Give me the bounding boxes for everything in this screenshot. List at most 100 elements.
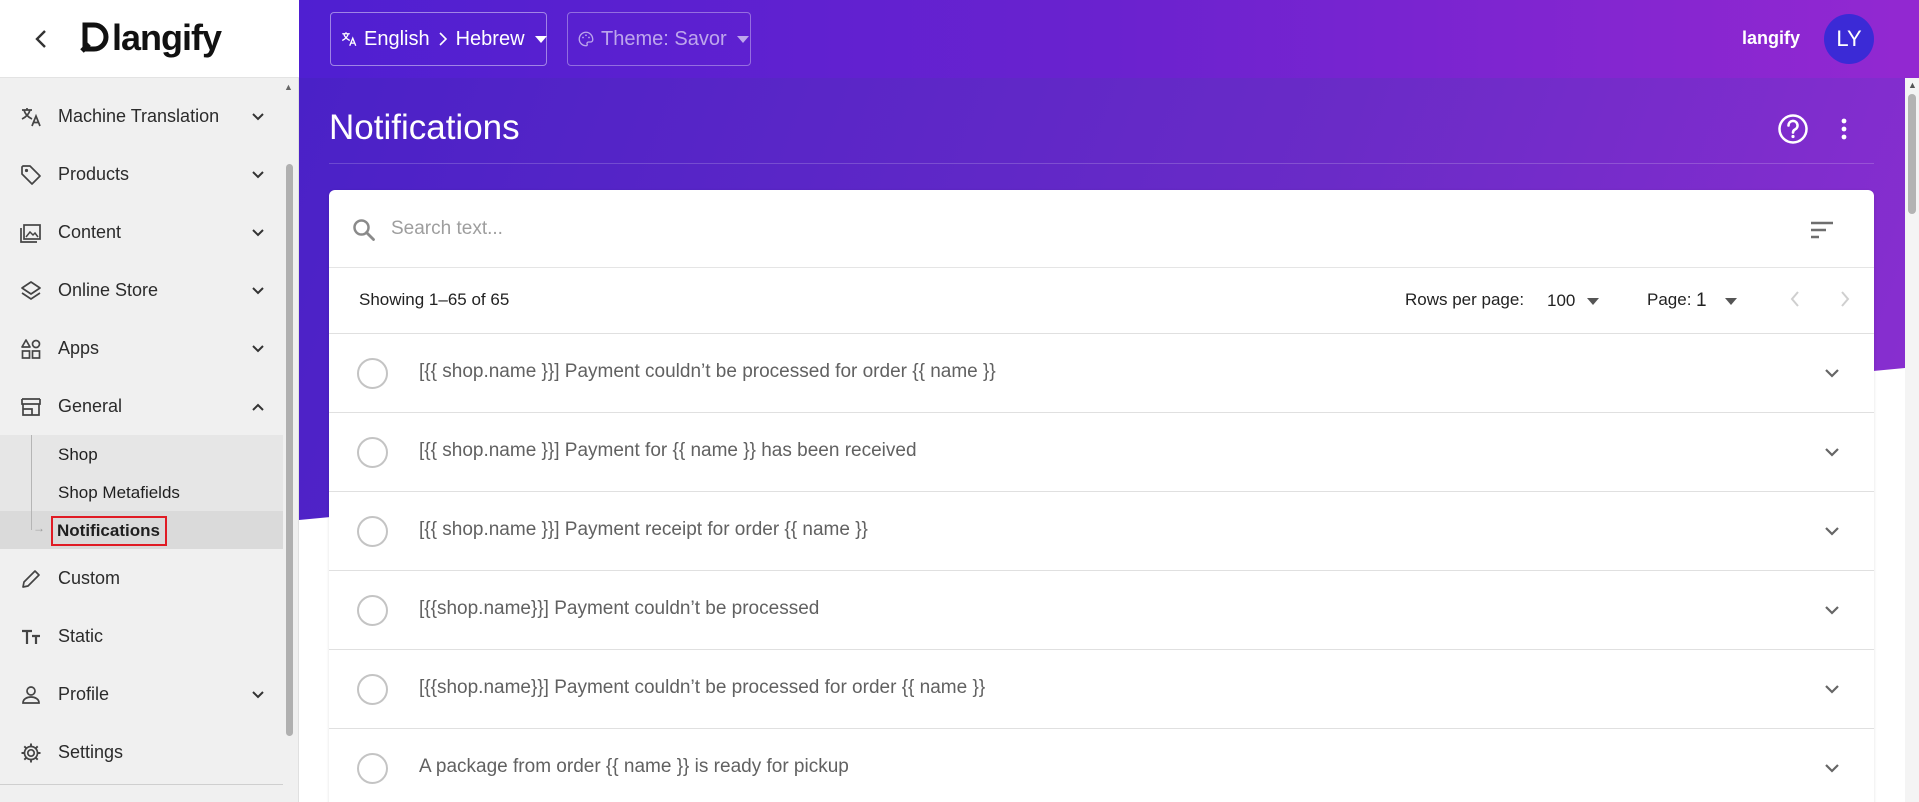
tree-arrow-icon: → [33,521,45,535]
chevron-right-icon [1841,291,1850,307]
page-value: 1 [1696,290,1707,311]
person-icon [18,682,44,708]
gear-icon [18,740,44,766]
select-radio[interactable] [357,674,388,705]
chevron-down-icon[interactable] [1821,520,1843,542]
notification-title: [{{shop.name}}] Payment couldn’t be proc… [419,598,820,619]
store-icon [18,394,44,420]
palette-icon [577,30,595,48]
chevron-down-icon[interactable] [1821,678,1843,700]
chevron-down-icon[interactable] [1821,441,1843,463]
sidebar-divider [0,784,283,785]
sidebar-item-label: General [58,395,123,416]
page-select[interactable]: 1 [1696,288,1746,314]
search-icon [351,217,377,243]
sidebar-subitem-notifications[interactable]: Notifications [51,516,167,546]
notification-title: [{{ shop.name }}] Payment receipt for or… [419,519,868,540]
sidebar-item-products[interactable]: Products [0,145,283,203]
sort-filter-button[interactable] [1809,217,1835,243]
list-item[interactable]: [{{ shop.name }}] Payment couldn’t be pr… [329,334,1874,413]
language-selector[interactable]: English Hebrew [330,12,547,66]
notification-title: A package from order {{ name }} is ready… [419,756,849,777]
sidebar-scrollbar[interactable] [286,164,293,736]
sidebar-nav: Machine Translation Products Content Onl… [0,87,283,781]
rows-per-page-select[interactable]: 100 [1547,288,1607,314]
tag-icon [18,162,44,188]
sidebar-item-settings[interactable]: Settings [0,723,283,781]
chevron-down-icon [248,685,268,705]
list-item[interactable]: [{{shop.name}}] Payment couldn’t be proc… [329,650,1874,729]
select-radio[interactable] [357,437,388,468]
rows-per-page-value: 100 [1547,291,1576,310]
rows-per-page-label: Rows per page: [1405,290,1525,309]
sidebar-item-apps[interactable]: Apps [0,319,283,377]
sidebar-item-label: Custom [58,567,121,588]
list-item[interactable]: [{{shop.name}}] Payment couldn’t be proc… [329,571,1874,650]
search-input[interactable] [391,214,1691,244]
chevron-left-icon [35,30,46,48]
theme-label: Theme: Savor [601,27,727,50]
sidebar-item-custom[interactable]: Custom [0,549,283,607]
sidebar-item-label: Profile [58,683,110,704]
chevron-left-icon [1790,291,1799,307]
select-radio[interactable] [357,595,388,626]
sidebar-item-online-store[interactable]: Online Store [0,261,283,319]
target-language: Hebrew [455,27,525,50]
translate-icon [340,30,358,48]
page-title: Notifications [329,108,520,147]
chevron-right-icon [439,32,447,46]
scroll-up-arrow-icon[interactable]: ▲ [284,82,293,92]
chevron-down-icon [248,281,268,301]
more-options-button[interactable] [1830,113,1858,145]
source-language: English [364,27,430,50]
brand-name: langify [112,17,222,58]
chevron-down-icon [248,223,268,243]
sidebar-item-label: Static [58,625,104,646]
list-item[interactable]: [{{ shop.name }}] Payment receipt for or… [329,492,1874,571]
chevron-down-icon[interactable] [1821,362,1843,384]
scroll-up-arrow-icon[interactable]: ▲ [1908,80,1917,90]
sidebar: langify Machine Translation Products Con… [0,0,299,802]
sidebar-item-static[interactable]: Static [0,607,283,665]
caret-down-icon [736,35,749,43]
search-bar [329,190,1874,268]
sidebar-subitem-shop[interactable]: Shop [58,445,98,465]
avatar[interactable]: LY [1824,14,1874,64]
chevron-down-icon[interactable] [1821,599,1843,621]
chevron-down-icon[interactable] [1821,757,1843,779]
sidebar-item-label: Online Store [58,279,159,300]
select-radio[interactable] [357,753,388,784]
select-radio[interactable] [357,358,388,389]
sidebar-item-label: Apps [58,337,100,358]
notification-title: [{{ shop.name }}] Payment couldn’t be pr… [419,361,996,382]
page-scrollbar-thumb[interactable] [1908,94,1916,214]
help-circle-icon [1778,114,1808,144]
previous-page-button[interactable] [1789,290,1809,312]
caret-down-icon [1587,297,1600,305]
header-divider [329,163,1874,164]
pencil-icon [18,566,44,592]
list-item[interactable]: A package from order {{ name }} is ready… [329,729,1874,802]
sidebar-item-profile[interactable]: Profile [0,665,283,723]
sidebar-subitem-shop-metafields[interactable]: Shop Metafields [58,483,180,503]
next-page-button[interactable] [1839,290,1859,312]
sidebar-item-machine-translation[interactable]: Machine Translation [0,87,283,145]
layers-icon [18,278,44,304]
more-vertical-icon [1841,118,1847,140]
sidebar-item-label: Content [58,221,122,242]
back-button[interactable] [26,24,56,54]
sidebar-item-content[interactable]: Content [0,203,283,261]
user-name[interactable]: langify [1742,28,1800,49]
help-button[interactable] [1777,113,1809,145]
theme-selector[interactable]: Theme: Savor [567,12,751,66]
sidebar-item-label: Settings [58,741,124,762]
logo: langify [80,17,222,58]
notification-title: [{{shop.name}}] Payment couldn’t be proc… [419,677,986,698]
sidebar-item-general[interactable]: General [0,377,283,435]
chevron-down-icon [248,107,268,127]
sidebar-item-label: Machine Translation [58,105,220,126]
list-item[interactable]: [{{ shop.name }}] Payment for {{ name }}… [329,413,1874,492]
sidebar-header: langify [0,0,299,78]
sidebar-item-label: Products [58,163,130,184]
select-radio[interactable] [357,516,388,547]
